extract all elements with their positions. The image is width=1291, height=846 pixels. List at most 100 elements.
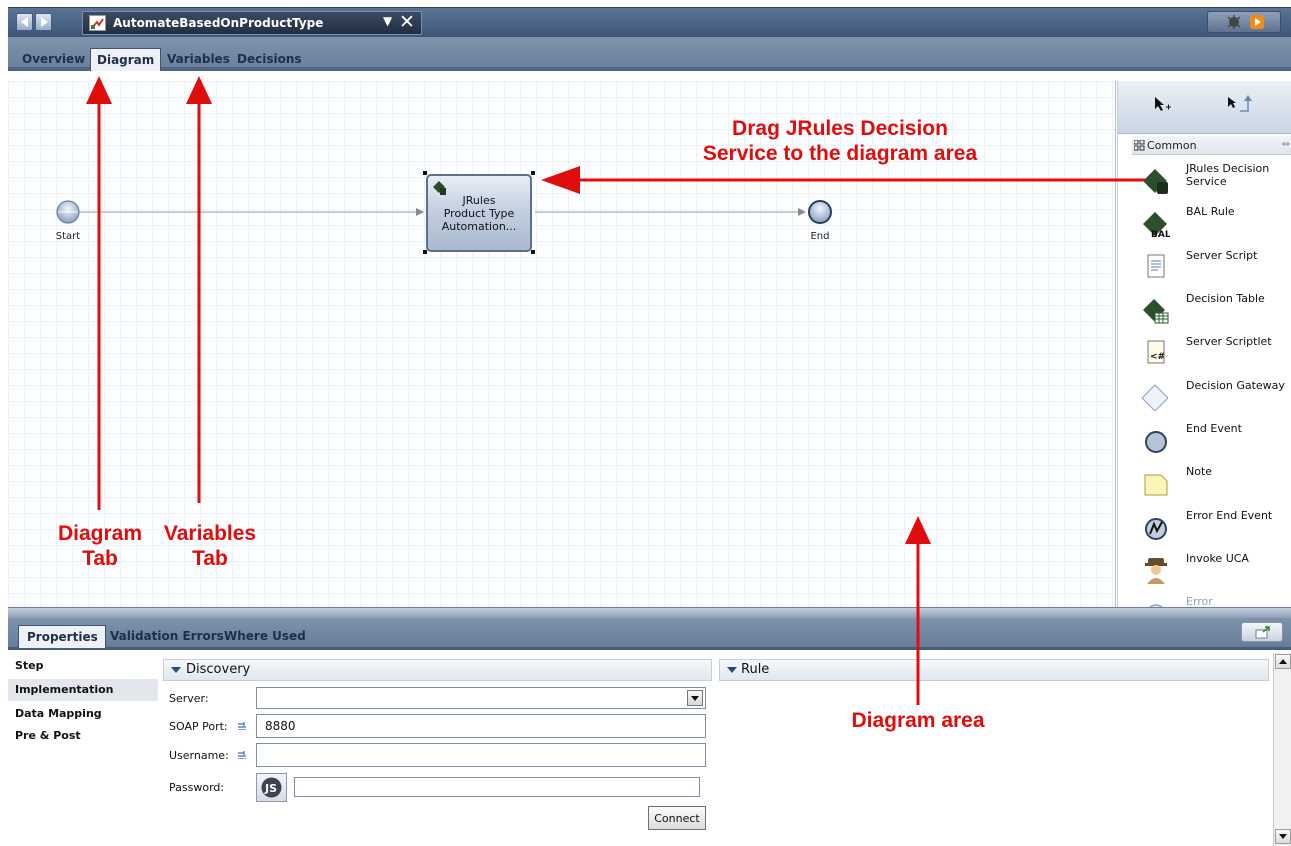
js-toggle-button[interactable]: JS	[256, 773, 287, 802]
drag-annotation-line-1: Drag JRules Decision	[732, 117, 948, 140]
rule-title: Rule	[741, 662, 770, 677]
activity-line-3: Automation...	[441, 220, 517, 233]
rule-section-header[interactable]: Rule	[719, 659, 1269, 681]
soap-port-value: 8880	[265, 719, 296, 733]
palette-label: Server Scriptlet	[1186, 335, 1272, 348]
discovery-section-header[interactable]: Discovery	[163, 659, 712, 681]
palette-item-server-script[interactable]: Server Script	[1142, 247, 1291, 287]
select-tool-icon[interactable]	[1153, 95, 1171, 113]
soap-port-input[interactable]: 8880	[256, 714, 706, 738]
decision-table-icon	[1143, 299, 1169, 324]
svg-text:JS: JS	[264, 782, 277, 795]
connect-tool-icon[interactable]	[1226, 93, 1252, 113]
javascript-icon: JS	[261, 777, 282, 798]
connect-button[interactable]: Connect	[648, 806, 706, 830]
chevron-down-icon[interactable]: ▼	[383, 14, 392, 28]
chevron-up-icon	[1279, 659, 1287, 664]
scroll-down-button[interactable]	[1275, 829, 1291, 844]
scroll-up-button[interactable]	[1275, 654, 1291, 669]
palette-item-bal-rule[interactable]: BAL BAL Rule	[1142, 203, 1291, 243]
palette-item-server-scriptlet[interactable]: <# Server Scriptlet	[1142, 333, 1291, 373]
bal-rule-icon: BAL	[1143, 212, 1170, 237]
palette-item-error-intermediate[interactable]: Error Intermediate	[1142, 593, 1291, 607]
chevron-down-icon	[1279, 834, 1287, 839]
jrules-decision-service-icon	[1143, 169, 1168, 194]
palette-label: End Event	[1186, 422, 1242, 435]
palette-label: Error End Event	[1186, 509, 1273, 522]
variable-link-icon[interactable]	[238, 722, 248, 730]
end-label: End	[810, 231, 830, 242]
palette-item-decision-gateway[interactable]: Decision Gateway	[1141, 377, 1291, 417]
nav-step[interactable]: Step	[8, 655, 158, 677]
nav-pre-post[interactable]: Pre & Post	[8, 725, 158, 747]
tab-properties[interactable]: Properties	[18, 625, 106, 648]
tab-overview[interactable]: Overview	[18, 48, 91, 71]
maximize-panel-button[interactable]	[1241, 622, 1283, 642]
palette-label: Note	[1186, 465, 1213, 478]
palette-item-end-event[interactable]: End Event	[1142, 420, 1291, 460]
username-input[interactable]	[256, 743, 706, 767]
drag-annotation: Drag JRules Decision Service to the diag…	[640, 116, 1040, 166]
end-event[interactable]	[808, 200, 832, 224]
password-label: Password:	[169, 781, 225, 794]
error-intermediate-icon	[1148, 604, 1164, 607]
jrules-activity[interactable]: JRules Product Type Automation...	[426, 174, 532, 252]
invoke-uca-icon	[1145, 558, 1167, 584]
close-icon[interactable]: ✕	[399, 11, 415, 33]
forward-arrow-icon	[41, 17, 48, 27]
collapse-triangle-icon	[171, 667, 181, 673]
tab-validation-errors[interactable]: Validation Errors	[104, 625, 230, 648]
tab-decisions[interactable]: Decisions	[231, 48, 308, 71]
process-icon	[89, 15, 106, 31]
forward-button[interactable]	[35, 13, 52, 31]
drag-annotation-line-2: Service to the diagram area	[702, 142, 978, 165]
diagram-area-annotation: Diagram area	[851, 709, 985, 732]
run-controls[interactable]	[1207, 11, 1281, 33]
server-script-icon	[1147, 254, 1165, 278]
palette-label: Decision Gateway	[1186, 379, 1285, 392]
server-label: Server:	[169, 692, 209, 705]
properties-tabs: Properties Validation Errors Where Used	[8, 618, 1291, 650]
tab-diagram[interactable]: Diagram	[90, 48, 162, 71]
palette-item-jrules[interactable]: JRules Decision Service	[1142, 160, 1291, 200]
server-scriptlet-icon: <#	[1147, 340, 1165, 364]
note-icon	[1144, 474, 1168, 496]
decision-gateway-icon	[1141, 384, 1168, 411]
document-tab[interactable]: AutomateBasedOnProductType ▼ ✕	[82, 11, 422, 35]
collapse-triangle-icon	[727, 667, 737, 673]
panel-splitter[interactable]	[8, 607, 1291, 618]
palette-section-header[interactable]: Common ⇔	[1132, 136, 1291, 155]
editor-tabs: Overview Diagram Variables Decisions	[8, 37, 1291, 71]
debug-play-icon	[1227, 15, 1264, 29]
editor-toolbar: AutomateBasedOnProductType ▼ ✕	[8, 7, 1291, 37]
tab-where-used[interactable]: Where Used	[218, 625, 312, 648]
nav-implementation[interactable]: Implementation	[8, 679, 158, 701]
palette-label: JRules Decision Service	[1186, 162, 1270, 188]
activity-line-1: JRules	[462, 194, 496, 207]
palette-label: Invoke UCA	[1186, 552, 1249, 565]
nav-data-mapping[interactable]: Data Mapping	[8, 703, 158, 725]
svg-text:BAL: BAL	[1151, 230, 1170, 237]
password-input[interactable]	[294, 777, 700, 797]
popout-icon	[1255, 626, 1270, 639]
palette-label: BAL Rule	[1186, 205, 1235, 218]
discovery-title: Discovery	[186, 662, 251, 677]
palette-item-note[interactable]: Note	[1142, 463, 1291, 503]
properties-scrollbar[interactable]	[1273, 653, 1291, 846]
error-end-event-icon	[1145, 518, 1167, 540]
start-event[interactable]	[56, 200, 80, 224]
variables-tab-annotation: Variables Tab	[130, 521, 290, 571]
server-select[interactable]	[256, 687, 706, 709]
chevron-down-icon[interactable]	[687, 690, 703, 706]
palette-item-error-end-event[interactable]: Error End Event	[1142, 507, 1291, 547]
palette-section-label: Common	[1147, 139, 1197, 152]
start-label: Start	[55, 231, 81, 242]
tab-variables[interactable]: Variables	[161, 48, 236, 71]
palette-item-invoke-uca[interactable]: Invoke UCA	[1142, 550, 1291, 590]
soap-port-label: SOAP Port:	[169, 720, 228, 733]
back-button[interactable]	[16, 13, 33, 31]
palette-item-decision-table[interactable]: Decision Table	[1142, 290, 1291, 330]
expand-icon[interactable]: ⇔	[1282, 139, 1290, 150]
variable-link-icon[interactable]	[238, 751, 248, 759]
username-label: Username:	[169, 749, 229, 762]
